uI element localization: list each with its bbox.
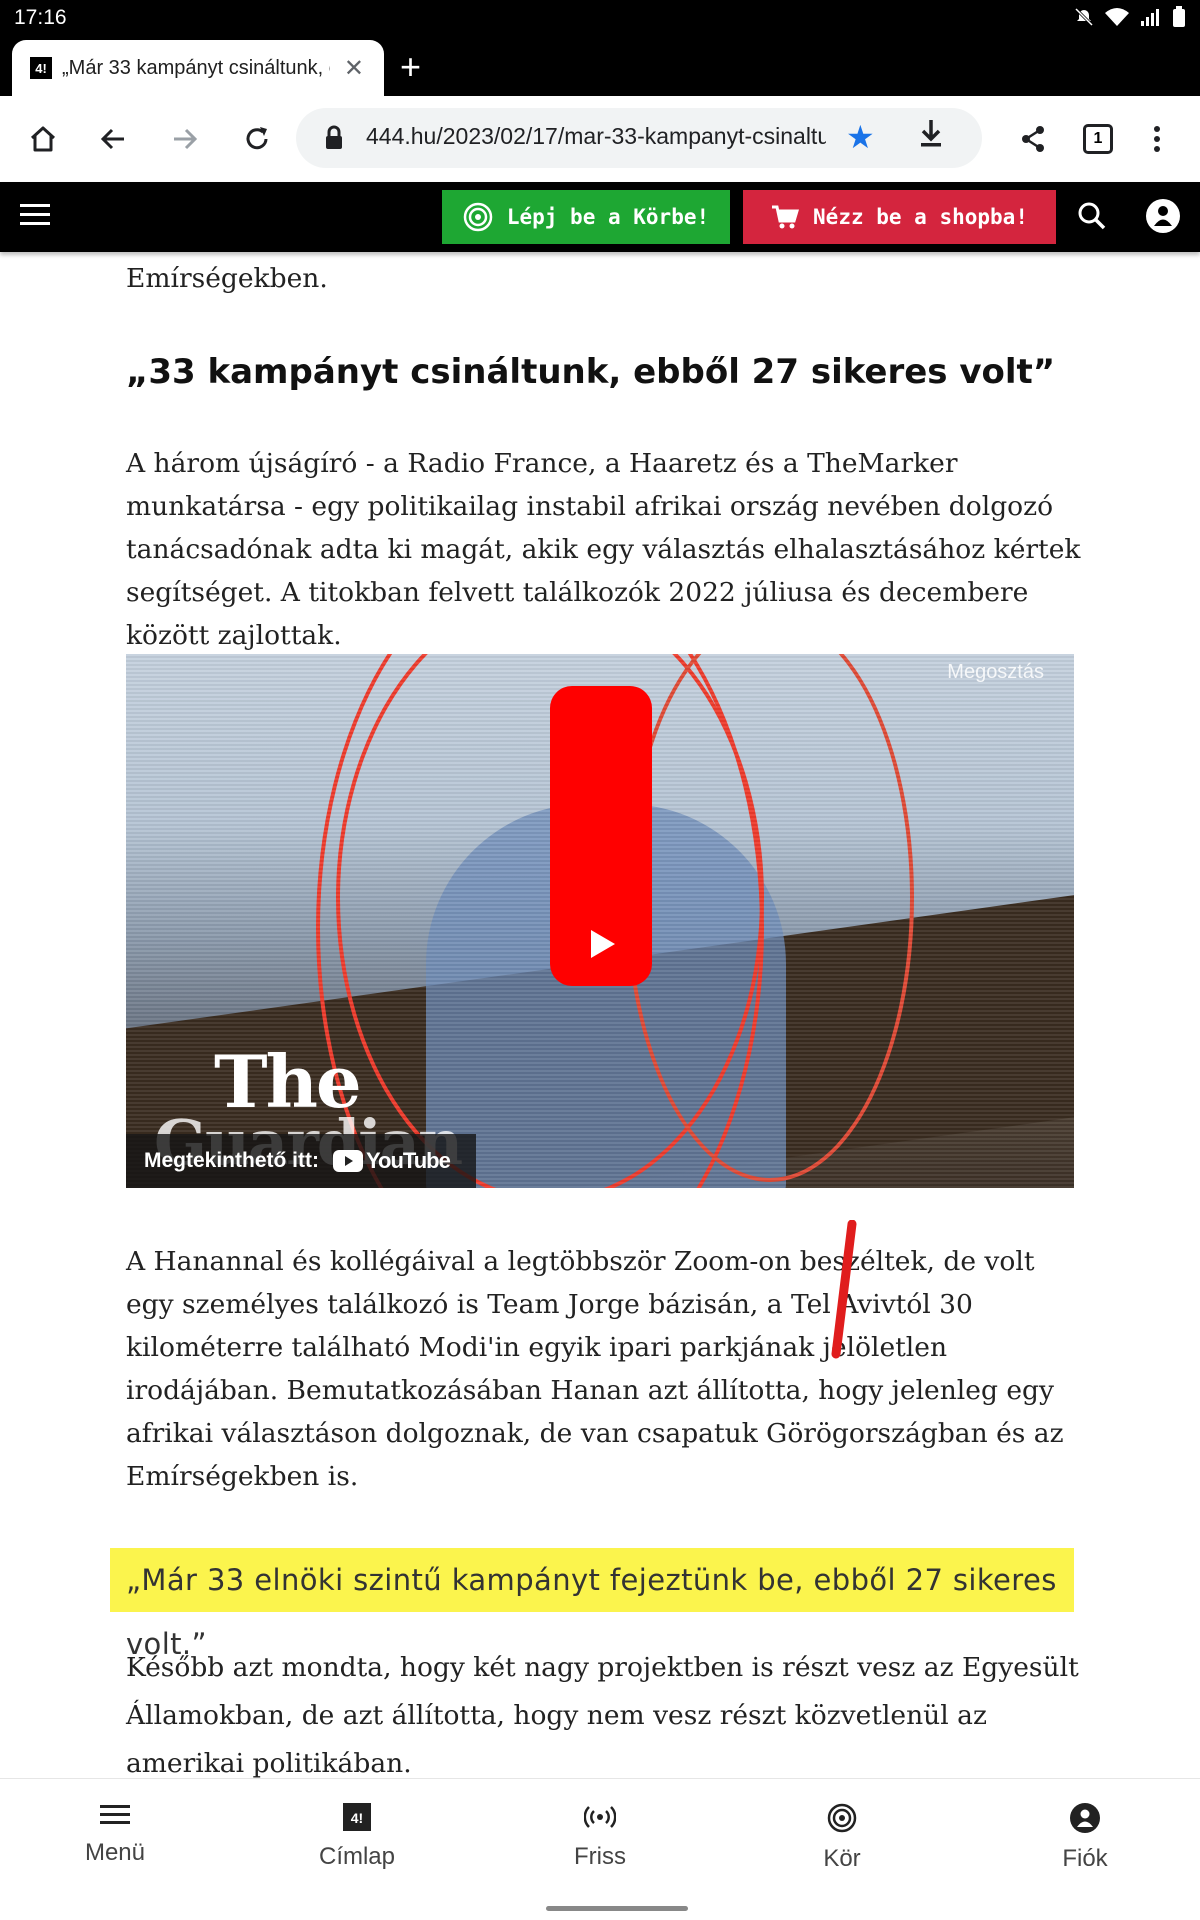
- bookmark-star-icon[interactable]: ★: [846, 118, 875, 156]
- bottom-navigation: Menü 4! Címlap Friss Kör Fiók: [0, 1778, 1200, 1896]
- cart-icon: [772, 205, 800, 229]
- address-bar[interactable]: 444.hu/2023/02/17/mar-33-kampanyt-csinal…: [296, 108, 982, 168]
- shop-label: Nézz be a shopba!: [813, 205, 1028, 229]
- tab-switcher-button[interactable]: 1: [1083, 124, 1113, 154]
- bottom-nav-label: Fiók: [1062, 1845, 1108, 1872]
- kor-join-button[interactable]: Lépj be a Körbe!: [442, 190, 730, 244]
- wifi-icon: [1105, 8, 1129, 26]
- back-arrow-icon[interactable]: [90, 116, 136, 162]
- article-paragraph-fragment: Emírségekben.: [126, 263, 328, 294]
- shop-button[interactable]: Nézz be a shopba!: [743, 190, 1056, 244]
- bottom-nav-label: Menü: [84, 1839, 146, 1866]
- forward-arrow-icon[interactable]: [162, 116, 208, 162]
- mute-bell-icon: [1074, 7, 1094, 27]
- bottom-nav-menu[interactable]: Menü: [35, 1803, 195, 1867]
- article-paragraph: Később azt mondta, hogy két nagy projekt…: [126, 1652, 1079, 1778]
- article-paragraph: A három újságíró - a Radio France, a Haa…: [126, 448, 1081, 651]
- browser-tab-strip: 4! „Már 33 kampányt csináltunk, ebből 27…: [0, 36, 1200, 96]
- bottom-nav-fresh[interactable]: Friss: [520, 1803, 680, 1871]
- video-share-label: Megosztás: [947, 661, 1044, 683]
- bottom-nav-home[interactable]: 4! Címlap: [277, 1803, 437, 1871]
- gesture-bar: [546, 1906, 688, 1911]
- site-header: Lépj be a Körbe! Nézz be a shopba!: [0, 182, 1200, 252]
- youtube-wordmark: YouTube: [365, 1148, 451, 1173]
- red-pen-mark: [831, 1220, 857, 1359]
- watch-on-label: Megtekinthető itt:: [144, 1149, 319, 1172]
- status-bar: 17:16: [0, 0, 1200, 36]
- search-icon[interactable]: [1076, 200, 1108, 237]
- video-share-button[interactable]: Megosztás: [947, 662, 1044, 682]
- article-paragraph: A Hanannal és kollégáival a legtöbbször …: [126, 1246, 1064, 1492]
- status-icons: [1074, 6, 1186, 28]
- hamburger-menu-icon[interactable]: [20, 204, 50, 231]
- site-favicon-icon: 4!: [30, 57, 52, 79]
- browser-tab-active[interactable]: 4! „Már 33 kampányt csináltunk, ebből 27…: [12, 40, 384, 96]
- youtube-play-button[interactable]: [550, 686, 652, 986]
- home-icon[interactable]: [20, 116, 66, 162]
- bottom-nav-kor[interactable]: Kör: [762, 1803, 922, 1873]
- youtube-icon: [332, 1150, 363, 1172]
- reload-icon[interactable]: [234, 116, 280, 162]
- article-subheading: „33 kampányt csináltunk, ebből 27 sikere…: [126, 352, 1056, 392]
- broadcast-icon: [584, 1806, 616, 1828]
- signal-icon: [1141, 9, 1159, 26]
- share-icon[interactable]: [1010, 116, 1056, 162]
- play-icon: [591, 930, 615, 958]
- url-text[interactable]: 444.hu/2023/02/17/mar-33-kampanyt-csinal…: [366, 123, 826, 150]
- watch-on-youtube-bar[interactable]: Megtekinthető itt: YouTube: [126, 1134, 476, 1188]
- bottom-nav-label: Kör: [823, 1845, 861, 1872]
- bottom-nav-account[interactable]: Fiók: [1005, 1803, 1165, 1873]
- pull-quote: „Már 33 elnöki szintű kampányt fejeztünk…: [110, 1548, 1074, 1661]
- browser-toolbar: 444.hu/2023/02/17/mar-33-kampanyt-csinal…: [0, 96, 1200, 182]
- target-circle-icon: [463, 202, 493, 232]
- status-time: 17:16: [14, 6, 67, 29]
- account-icon[interactable]: [1146, 199, 1180, 233]
- tab-title: „Már 33 kampányt csináltunk, ebből 27 si…: [62, 56, 330, 79]
- svg-text:4!: 4!: [351, 1810, 363, 1826]
- bottom-nav-label: Friss: [574, 1843, 626, 1870]
- battery-icon: [1173, 6, 1185, 27]
- youtube-logo: YouTube: [332, 1148, 451, 1174]
- download-icon[interactable]: [916, 116, 946, 158]
- menu-icon: [100, 1805, 130, 1824]
- kor-join-label: Lépj be a Körbe!: [506, 205, 710, 229]
- more-options-icon[interactable]: [1134, 116, 1180, 162]
- circle-target-icon: [827, 1803, 857, 1833]
- embedded-video[interactable]: Megosztás The Guardian Megtekinthető itt…: [126, 654, 1074, 1188]
- article-body: Emírségekben. „33 kampányt csináltunk, e…: [0, 252, 1200, 1778]
- account-icon: [1070, 1803, 1100, 1833]
- logo-icon: 4!: [343, 1803, 371, 1831]
- new-tab-icon[interactable]: +: [400, 46, 421, 88]
- close-tab-icon[interactable]: ✕: [344, 54, 364, 83]
- bottom-nav-label: Címlap: [318, 1843, 396, 1870]
- lock-icon: [326, 125, 342, 149]
